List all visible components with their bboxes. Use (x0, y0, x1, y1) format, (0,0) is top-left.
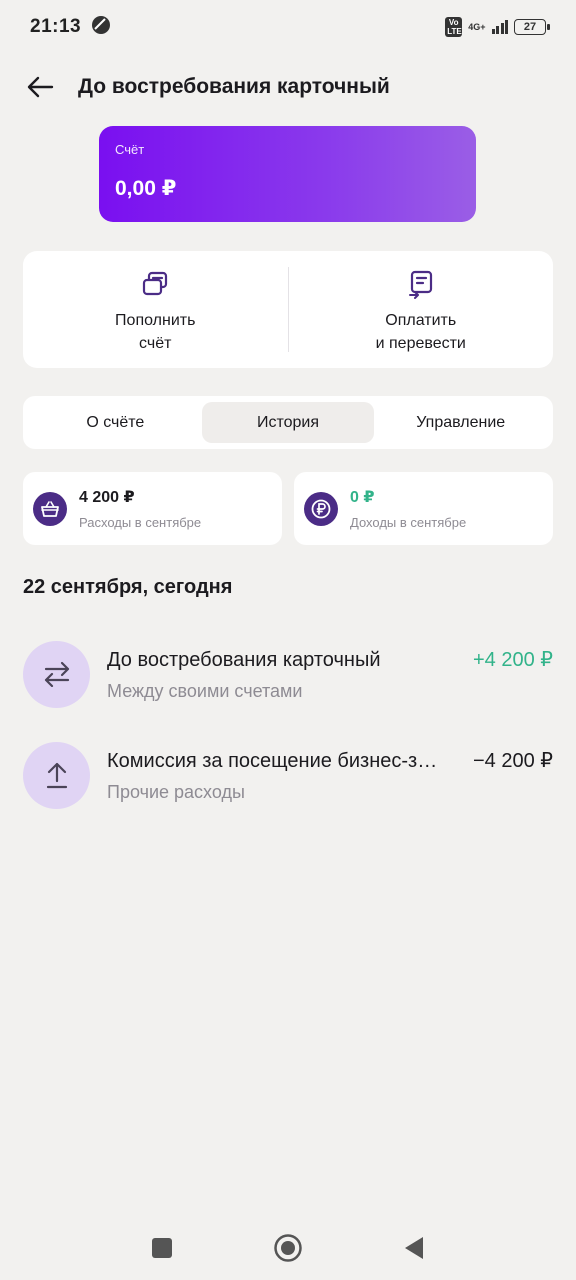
date-header: 22 сентября, сегодня (23, 576, 233, 598)
tab-manage[interactable]: Управление (374, 402, 547, 443)
top-up-button[interactable]: Пополнить счёт (23, 251, 288, 368)
account-balance: 0,00 ₽ (115, 177, 177, 200)
back-button[interactable] (0, 62, 80, 112)
transaction-title: До востребования карточный (107, 648, 381, 671)
circle-icon (274, 1233, 302, 1262)
system-nav-bar (0, 1215, 576, 1280)
battery-icon: 27 (514, 19, 550, 35)
tab-about[interactable]: О счёте (29, 402, 202, 443)
transaction-row[interactable]: Комиссия за посещение бизнес-зала −4 200… (23, 741, 553, 809)
basket-icon (33, 491, 67, 526)
app-header: До востребования карточный (0, 62, 576, 112)
status-time: 21:13 (30, 16, 82, 37)
income-amount: 0 ₽ (350, 489, 375, 506)
transaction-amount: +4 200 ₽ (472, 648, 553, 671)
square-icon (152, 1237, 172, 1258)
expenses-summary-card[interactable]: 4 200 ₽ Расходы в сентябре (23, 472, 282, 545)
tab-bar: О счёте История Управление (23, 396, 553, 449)
transaction-category: Между своими счетами (107, 680, 303, 701)
page-title: До востребования карточный (78, 75, 390, 98)
home-button[interactable] (225, 1218, 351, 1278)
income-caption: Доходы в сентябре (350, 515, 467, 530)
network-type: 4G+ (468, 21, 486, 32)
status-bar: 21:13 Vo LTE 4G+ 27 (0, 0, 576, 54)
income-summary-card[interactable]: 0 ₽ Доходы в сентябре (294, 472, 553, 545)
account-label: Счёт (115, 142, 145, 157)
triangle-back-icon (405, 1236, 423, 1259)
pay-transfer-button[interactable]: Оплатить и перевести (289, 251, 554, 368)
expenses-caption: Расходы в сентябре (79, 515, 202, 530)
arrow-up-icon (23, 741, 90, 809)
transaction-row[interactable]: До востребования карточный +4 200 ₽ Межд… (23, 640, 553, 708)
ruble-icon (304, 491, 338, 526)
cards-stack-icon (143, 271, 168, 296)
expenses-amount: 4 200 ₽ (79, 489, 135, 506)
signal-icon (491, 20, 508, 34)
account-card[interactable]: Счёт 0,00 ₽ (99, 126, 476, 222)
transaction-category: Прочие расходы (107, 781, 245, 802)
transaction-amount: −4 200 ₽ (472, 749, 553, 772)
top-up-label: Пополнить счёт (115, 312, 196, 352)
app-notification-icon (91, 15, 111, 40)
actions-card: Пополнить счёт Оплатить и перевести (23, 251, 553, 368)
transfer-arrows-icon (23, 640, 90, 708)
tab-history[interactable]: История (201, 402, 375, 443)
battery-level: 27 (523, 21, 537, 33)
arrow-left-icon (27, 76, 54, 98)
recent-apps-button[interactable] (99, 1218, 225, 1278)
pay-transfer-label: Оплатить и перевести (375, 312, 466, 352)
transaction-title: Комиссия за посещение бизнес-зала (107, 749, 447, 772)
volte-indicator: Vo LTE (445, 17, 463, 37)
document-transfer-icon (408, 270, 432, 299)
back-nav-button[interactable] (351, 1218, 477, 1278)
